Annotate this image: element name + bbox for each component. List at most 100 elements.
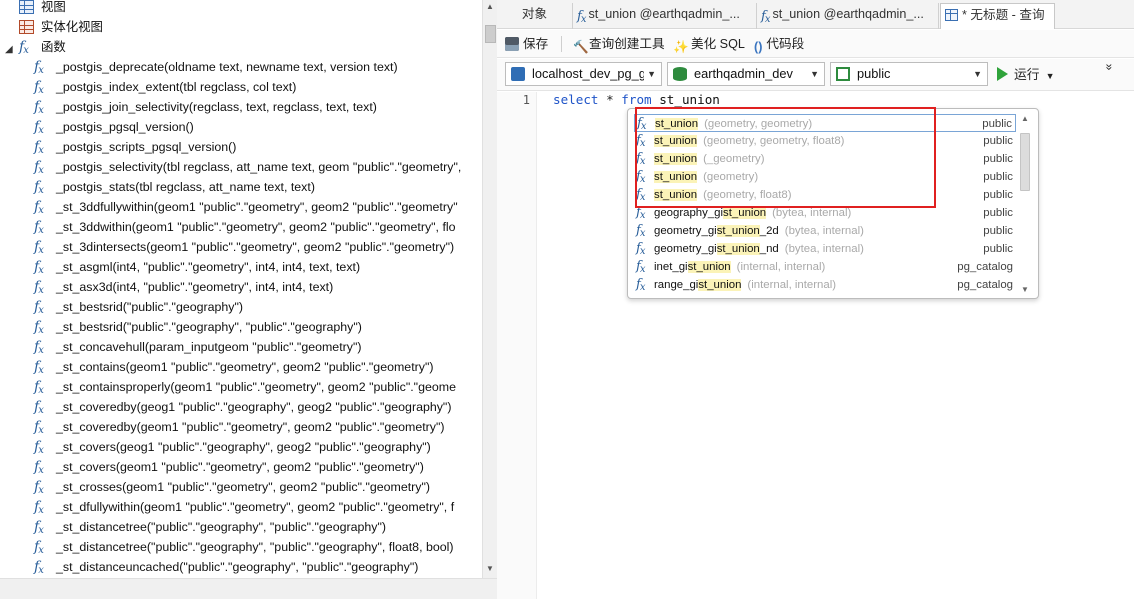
overflow-chevron-icon: » bbox=[1102, 63, 1117, 71]
tree-node-function[interactable]: fx _st_distancetree("public"."geography",… bbox=[0, 537, 482, 557]
autocomplete-item-args: (internal, internal) bbox=[736, 261, 826, 273]
tree-node-materialized-views[interactable]: 实体化视图 bbox=[0, 17, 482, 37]
tree-node-function[interactable]: fx _st_3ddwithin(geom1 "public"."geometry… bbox=[0, 217, 482, 237]
sql-keyword: from bbox=[621, 92, 652, 107]
autocomplete-item[interactable]: fx st_union (_geometry) public bbox=[634, 150, 1016, 168]
autocomplete-item[interactable]: fx st_union (geometry) public bbox=[634, 168, 1016, 186]
tree-node-label: _st_dfullywithin(geom1 "public"."geometr… bbox=[56, 500, 455, 514]
tree-node-function[interactable]: fx _st_3ddfullywithin(geom1 "public"."geo… bbox=[0, 197, 482, 217]
function-icon: fx bbox=[34, 319, 44, 336]
scroll-down-arrow-icon[interactable]: ▼ bbox=[486, 564, 494, 573]
tree-node-function[interactable]: fx _st_asgml(int4, "public"."geometry", i… bbox=[0, 257, 482, 277]
autocomplete-item[interactable]: fx st_union (geometry, geometry) public bbox=[634, 114, 1016, 132]
sql-identifier: st_union bbox=[659, 92, 720, 107]
tree-node-function[interactable]: fx _postgis_deprecate(oldname text, newna… bbox=[0, 57, 482, 77]
function-icon: fx bbox=[34, 119, 44, 136]
tree-node-function[interactable]: fx _st_bestsrid("public"."geography", "pu… bbox=[0, 317, 482, 337]
function-icon: fx bbox=[34, 59, 44, 76]
tree-node-function[interactable]: fx _st_coveredby(geom1 "public"."geometry… bbox=[0, 417, 482, 437]
tab-objects[interactable]: 对象 bbox=[497, 3, 573, 29]
tree-node-function[interactable]: fx _postgis_scripts_pgsql_version() bbox=[0, 137, 482, 157]
tree-node-function[interactable]: fx _st_concavehull(param_inputgeom "publi… bbox=[0, 337, 482, 357]
tree-node-label: _st_3ddwithin(geom1 "public"."geometry",… bbox=[56, 220, 456, 234]
tree-node-label: _st_distanceuncached("public"."geography… bbox=[56, 560, 419, 574]
tree-vertical-scrollbar[interactable]: ▲ ▼ bbox=[482, 0, 497, 578]
autocomplete-item-schema: pg_catalog bbox=[957, 279, 1013, 291]
tree-node-function[interactable]: fx _st_contains(geom1 "public"."geometry"… bbox=[0, 357, 482, 377]
scrollbar-thumb[interactable] bbox=[485, 25, 496, 43]
tree-node-function[interactable]: fx _st_dfullywithin(geom1 "public"."geome… bbox=[0, 497, 482, 517]
tree-node-function[interactable]: fx _postgis_index_extent(tbl regclass, co… bbox=[0, 77, 482, 97]
autocomplete-item[interactable]: fx geometry_gist_union_2d (bytea, internal… bbox=[634, 222, 1016, 240]
tree-node-function[interactable]: fx _st_distancetree("public"."geography",… bbox=[0, 517, 482, 537]
autocomplete-item-name: st_union (_geometry) bbox=[654, 150, 764, 168]
tree-horizontal-scrollbar[interactable] bbox=[0, 578, 497, 599]
scrollbar-thumb[interactable] bbox=[1020, 133, 1030, 191]
sql-code-line[interactable]: select * from st_union bbox=[553, 92, 720, 108]
tree-node-label: _postgis_deprecate(oldname text, newname… bbox=[56, 60, 398, 74]
autocomplete-item-args: (internal, internal) bbox=[747, 279, 837, 291]
tree-node-views[interactable]: 视图 bbox=[0, 0, 482, 17]
function-icon: fx bbox=[34, 379, 44, 396]
tree-node-function[interactable]: fx _st_covers(geog1 "public"."geography",… bbox=[0, 437, 482, 457]
code-snippet-button[interactable]: () 代码段 bbox=[754, 35, 804, 54]
autocomplete-item[interactable]: fx st_union (geometry, geometry, float8) pu… bbox=[634, 132, 1016, 150]
tree-node-function[interactable]: fx _st_containsproperly(geom1 "public"."g… bbox=[0, 377, 482, 397]
tree-node-function[interactable]: fx _st_distanceuncached("public"."geograp… bbox=[0, 557, 482, 577]
autocomplete-item-name: geography_gist_union (bytea, internal) bbox=[654, 204, 851, 222]
function-icon: fx bbox=[34, 259, 44, 276]
autocomplete-item[interactable]: fx st_union (geometry, float8) public bbox=[634, 186, 1016, 204]
tree-node-function[interactable]: fx _st_covers(geom1 "public"."geometry", … bbox=[0, 457, 482, 477]
name-prefix: geometry_gi bbox=[654, 225, 717, 237]
autocomplete-item-schema: public bbox=[983, 153, 1013, 165]
autocomplete-item[interactable]: fx geography_gist_union (bytea, internal) p… bbox=[634, 204, 1016, 222]
scroll-down-arrow-icon[interactable]: ▼ bbox=[1021, 285, 1029, 294]
tree-node-function[interactable]: fx _postgis_join_selectivity(regclass, te… bbox=[0, 97, 482, 117]
connection-select[interactable]: localhost_dev_pg_gl ▼ bbox=[505, 62, 662, 86]
function-icon: fx bbox=[636, 187, 645, 204]
scroll-up-arrow-icon[interactable]: ▲ bbox=[1021, 114, 1029, 123]
function-icon: fx bbox=[636, 169, 645, 186]
database-select[interactable]: earthqadmin_dev ▼ bbox=[667, 62, 825, 86]
tree-node-functions[interactable]: ◢ fx 函数 bbox=[0, 37, 482, 57]
play-icon bbox=[997, 67, 1008, 81]
tree-node-function[interactable]: fx _postgis_pgsql_version() bbox=[0, 117, 482, 137]
tree-node-function[interactable]: fx _st_coveredby(geog1 "public"."geograph… bbox=[0, 397, 482, 417]
name-suffix: _nd bbox=[759, 243, 779, 255]
tree-node-function[interactable]: fx _st_asx3d(int4, "public"."geometry", i… bbox=[0, 277, 482, 297]
run-button[interactable]: 运行 ▼ bbox=[997, 65, 1055, 85]
tree-node-function[interactable]: fx _postgis_stats(tbl regclass, att_name … bbox=[0, 177, 482, 197]
tree-node-function[interactable]: fx _st_bestsrid("public"."geography") bbox=[0, 297, 482, 317]
tree-node-label: _postgis_join_selectivity(regclass, text… bbox=[56, 100, 377, 114]
autocomplete-item[interactable]: fx geometry_gist_union_nd (bytea, internal… bbox=[634, 240, 1016, 258]
chevron-down-icon[interactable]: ▼ bbox=[1046, 71, 1055, 81]
autocomplete-scrollbar[interactable]: ▲ ▼ bbox=[1018, 114, 1033, 294]
beautify-sql-button[interactable]: ✨ 美化 SQL bbox=[673, 35, 745, 54]
tab-function-st-union-1[interactable]: fx st_union @earthqadmin_... bbox=[573, 3, 757, 29]
name-match-highlight: st_union bbox=[654, 135, 698, 147]
function-icon: fx bbox=[34, 219, 44, 236]
tree-node-function[interactable]: fx _postgis_selectivity(tbl regclass, att… bbox=[0, 157, 482, 177]
tab-untitled-query[interactable]: * 无标题 - 查询 bbox=[940, 3, 1055, 29]
autocomplete-item-args: (bytea, internal) bbox=[784, 225, 864, 237]
tab-function-st-union-2[interactable]: fx st_union @earthqadmin_... bbox=[757, 3, 939, 29]
name-match-highlight: st_union bbox=[723, 207, 767, 219]
save-button[interactable]: 保存 bbox=[505, 35, 548, 53]
tree-node-label: _postgis_scripts_pgsql_version() bbox=[56, 140, 237, 154]
function-icon: fx bbox=[34, 399, 44, 416]
autocomplete-item-name: geometry_gist_union_2d (bytea, internal) bbox=[654, 222, 864, 240]
schema-select[interactable]: public ▼ bbox=[830, 62, 988, 86]
tree-node-label: _st_bestsrid("public"."geography") bbox=[56, 300, 244, 314]
scroll-up-arrow-icon[interactable]: ▲ bbox=[486, 2, 494, 11]
tree-node-function[interactable]: fx _st_crosses(geom1 "public"."geometry",… bbox=[0, 477, 482, 497]
toolbar-overflow-button[interactable]: » bbox=[1102, 61, 1117, 73]
autocomplete-item-args: (bytea, internal) bbox=[784, 243, 864, 255]
tree-node-label: _st_asx3d(int4, "public"."geometry", int… bbox=[56, 280, 334, 294]
name-prefix: inet_gi bbox=[654, 261, 688, 273]
autocomplete-item[interactable]: fx range_gist_union (internal, internal) pg… bbox=[634, 276, 1016, 294]
function-icon: fx bbox=[34, 359, 44, 376]
query-builder-button[interactable]: 🔨查询创建工具 bbox=[573, 35, 665, 54]
tree-node-function[interactable]: fx _st_3dintersects(geom1 "public"."geome… bbox=[0, 237, 482, 257]
function-icon: fx bbox=[34, 159, 44, 176]
autocomplete-item[interactable]: fx inet_gist_union (internal, internal) pg_… bbox=[634, 258, 1016, 276]
